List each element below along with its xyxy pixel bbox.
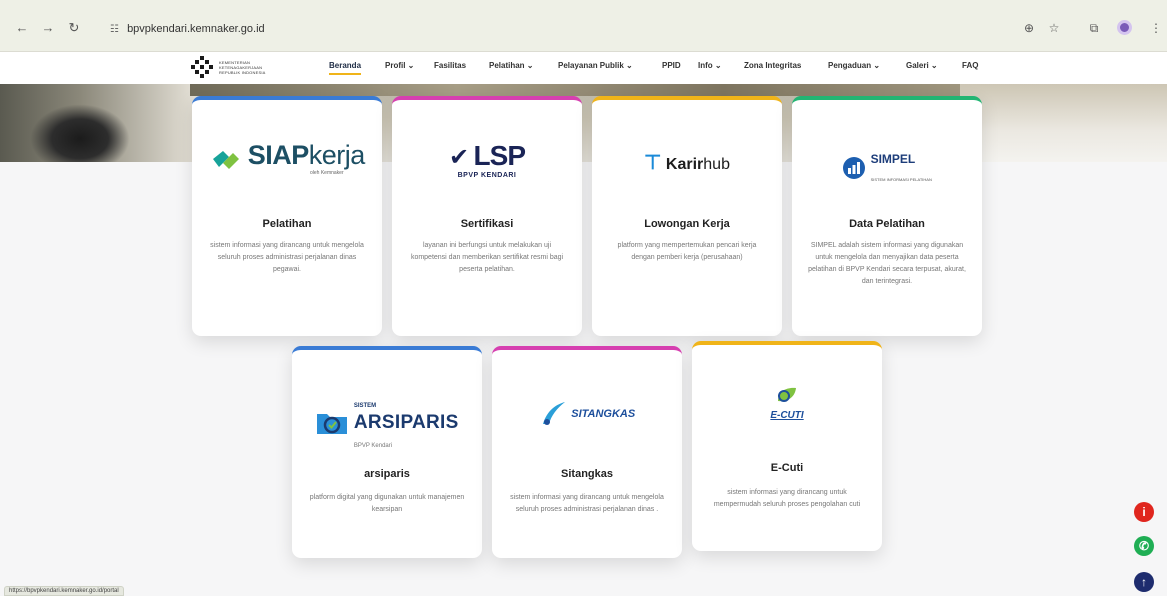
forward-icon[interactable]: → [40,20,56,36]
card-description: layanan ini berfungsi untuk melakukan uj… [410,242,564,273]
nav-fasilitas[interactable]: Fasilitas [434,61,466,70]
reload-icon[interactable]: ↻ [66,20,82,36]
nav-pelatihan[interactable]: Pelatihan ⌄ [489,61,534,70]
card-title: Data Pelatihan [849,218,925,230]
siapkerja-logo: SIAPkerja oleh Kemnaker [192,140,382,176]
card-description: platform digital yang digunakan untuk ma… [309,494,465,513]
service-card-ecuti[interactable]: E-CUTI E-Cuti sistem informasi yang dira… [692,341,882,551]
service-card-arsiparis[interactable]: SISTEM ARSIPARIS BPVP Kendari arsiparis … [292,346,482,558]
bookmark-star-icon[interactable]: ☆ [1046,20,1062,36]
card-description: SIMPEL adalah sistem informasi yang digu… [808,242,966,285]
karirhub-logo: ⊤ Karirhub [644,152,730,174]
nav-info[interactable]: Info ⌄ [698,61,722,70]
arrow-up-icon[interactable]: ↑ [1134,572,1154,592]
card-title: Sertifikasi [460,218,514,230]
hero-banner-image [0,84,1167,162]
status-link-preview: https://bpvpkendari.kemnaker.go.id/porta… [4,586,124,596]
whatsapp-icon[interactable]: ✆ [1134,536,1154,556]
extensions-icon[interactable]: ⧉ [1086,20,1102,36]
simpel-globe-icon [843,157,866,179]
card-description: sistem informasi yang dirancang untuk me… [510,494,664,513]
nav-faq[interactable]: FAQ [962,61,978,70]
card-title: E-Cuti [770,462,804,474]
nav-beranda[interactable]: Beranda [329,61,362,75]
ecuti-logo: E-CUTI [692,385,882,421]
service-card-lsp[interactable]: ✔ LSP BPVP KENDARI Sertifikasi layanan i… [392,96,582,336]
nav-zona-integritas[interactable]: Zona Integritas [744,61,801,70]
card-title: Sitangkas [561,468,613,480]
card-description: sistem informasi yang dirancang untuk me… [210,242,364,273]
ministry-name: KEMENTERIAN KETENAGAKERJAAN REPUBLIK IND… [219,60,266,75]
arsiparis-folder-icon [317,414,348,434]
card-title: Lowongan Kerja [644,218,730,230]
siapkerja-mark-icon [213,150,240,169]
lsp-check-icon: ✔ [448,144,470,171]
service-card-karirhub[interactable]: ⊤ Karirhub Lowongan Kerja platform yang … [592,96,782,336]
url-text: bpvpkendari.kemnaker.go.id [127,23,265,35]
kemnaker-emblem-icon [191,56,213,78]
arsiparis-logo: SISTEM ARSIPARIS BPVP Kendari [292,394,482,452]
sitangkas-swoosh-icon [542,402,565,425]
back-icon[interactable]: ← [14,20,30,36]
site-info-icon[interactable]: ☷ [110,21,124,39]
nav-ppid[interactable]: PPID [662,61,681,70]
sitangkas-logo: SITANGKAS [492,398,682,428]
address-bar[interactable]: ☷ bpvpkendari.kemnaker.go.id [104,20,265,38]
service-card-simpel[interactable]: SIMPEL SISTEM INFORMASI PELATIHAN Data P… [792,96,982,336]
browser-toolbar: ← → ↻ ☷ bpvpkendari.kemnaker.go.id ⊕ ☆ ⧉… [0,0,1167,52]
nav-profil[interactable]: Profil ⌄ [385,61,414,70]
nav-galeri[interactable]: Galeri ⌄ [906,61,938,70]
info-icon[interactable]: i [1134,502,1154,522]
card-title: Pelatihan [262,218,312,230]
simpel-logo: SIMPEL SISTEM INFORMASI PELATIHAN [792,150,982,186]
zoom-icon[interactable]: ⊕ [1021,20,1037,36]
card-title: arsiparis [364,468,410,480]
nav-pengaduan[interactable]: Pengaduan ⌄ [828,61,880,70]
card-description: platform yang mempertemukan pencari kerj… [617,242,757,261]
service-card-siapkerja[interactable]: SIAPkerja oleh Kemnaker Pelatihan sistem… [192,96,382,336]
ecuti-leaf-icon [778,387,796,402]
profile-avatar[interactable] [1117,20,1132,35]
more-menu-icon[interactable]: ⋮ [1148,20,1164,36]
lsp-logo: ✔ LSP BPVP KENDARI [448,140,526,179]
nav-pelayanan-publik[interactable]: Pelayanan Publik ⌄ [558,61,633,70]
site-logo[interactable]: KEMENTERIAN KETENAGAKERJAAN REPUBLIK IND… [191,56,281,80]
service-card-sitangkas[interactable]: SITANGKAS Sitangkas sistem informasi yan… [492,346,682,558]
karirhub-mark-icon: ⊤ [644,152,662,174]
card-description: sistem informasi yang dirancang untuk me… [713,489,861,508]
